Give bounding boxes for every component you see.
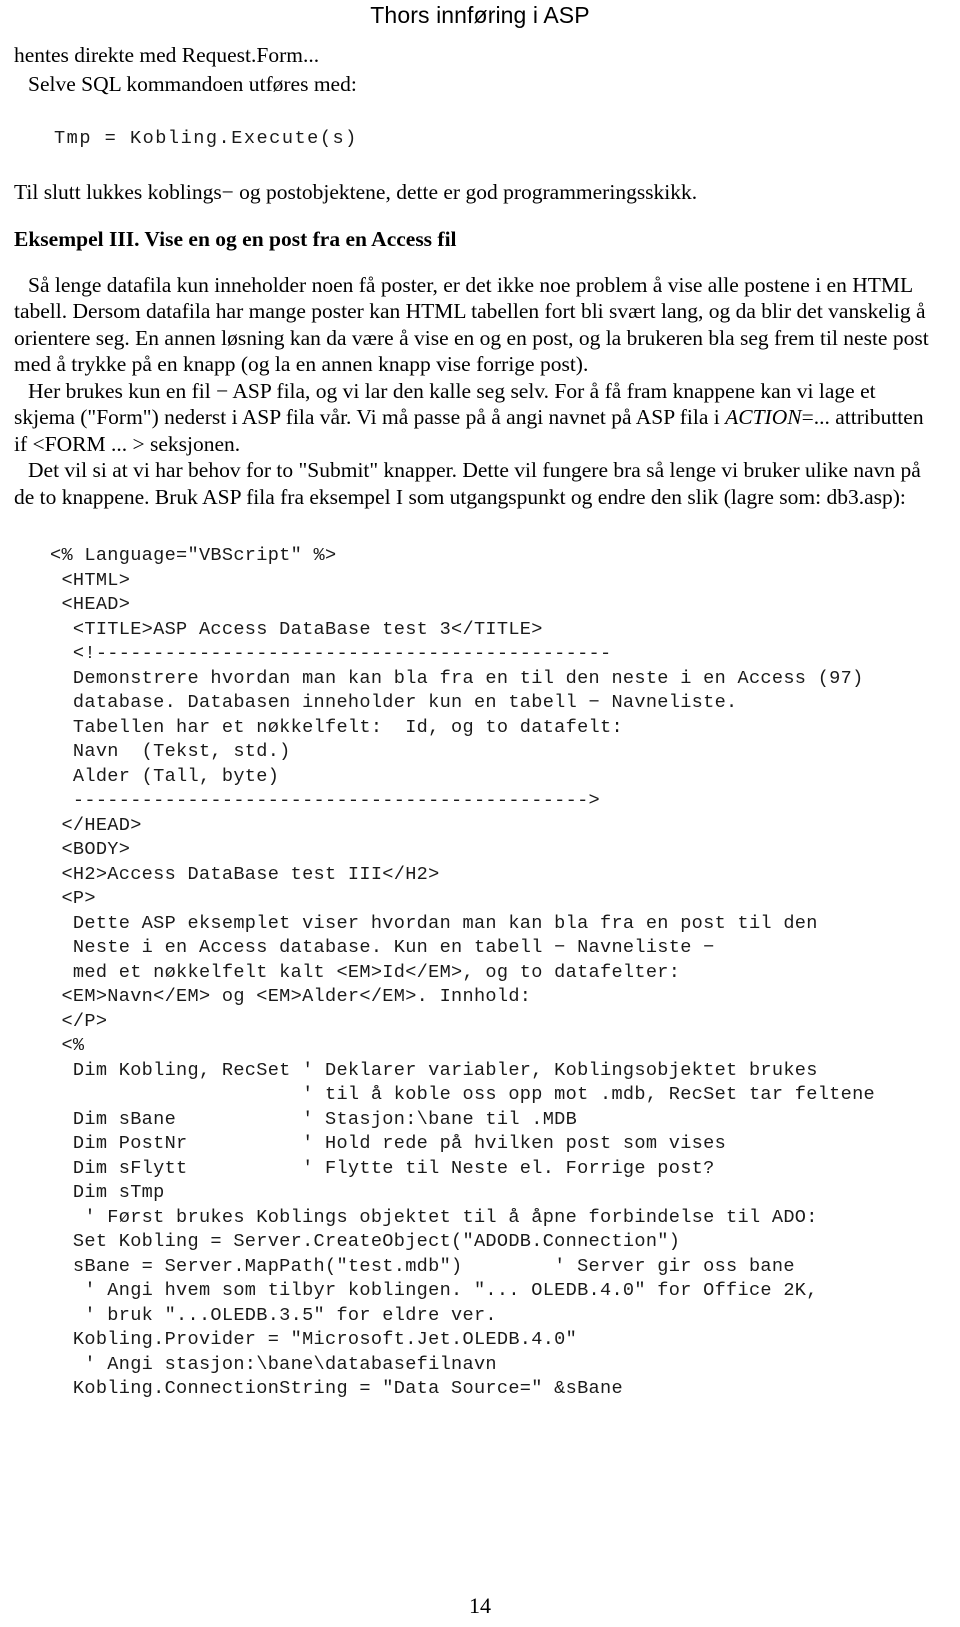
page-content: hentes direkte med Request.Form... Selve… bbox=[14, 42, 930, 1402]
paragraph-sql-command: Selve SQL kommandoen utføres med: bbox=[28, 71, 357, 96]
example-heading: Eksempel III. Vise en og en post fra en … bbox=[14, 226, 457, 251]
code-execute-line: Tmp = Kobling.Execute(s) bbox=[54, 127, 358, 149]
paragraph-form-action: Her brukes kun en fil − ASP fila, og vi … bbox=[14, 378, 930, 458]
running-head: Thors innføring i ASP bbox=[370, 2, 590, 28]
paragraph-submit-buttons: Det vil si at vi har behov for to "Submi… bbox=[14, 458, 921, 509]
paragraph-intro: Så lenge datafila kun inneholder noen få… bbox=[14, 272, 929, 377]
code-listing: <% Language="VBScript" %> <HTML> <HEAD> … bbox=[50, 545, 875, 1399]
document-page: Thors innføring i ASP hentes direkte med… bbox=[0, 0, 960, 1627]
paragraph-request-form: hentes direkte med Request.Form... bbox=[14, 43, 320, 67]
paragraph-close-objects: Til slutt lukkes koblings− og postobjekt… bbox=[14, 180, 698, 204]
action-attribute-italic: ACTION bbox=[725, 405, 802, 429]
page-number: 14 bbox=[469, 1593, 491, 1618]
